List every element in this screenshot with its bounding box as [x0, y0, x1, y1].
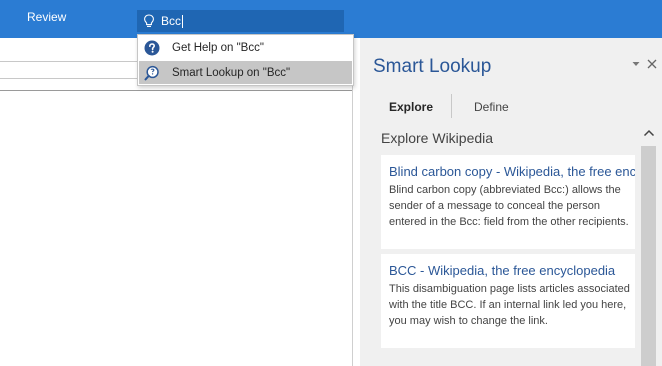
tab-define[interactable]: Define: [474, 100, 509, 114]
pane-options-icon[interactable]: [632, 60, 640, 68]
result-snippet: Blind carbon copy (abbreviated Bcc:) all…: [389, 184, 629, 228]
smart-lookup-icon: [144, 65, 159, 80]
smart-lookup-menu-item[interactable]: Smart Lookup on "Bcc": [139, 61, 352, 84]
smart-lookup-label: Smart Lookup on "Bcc": [172, 66, 291, 79]
pane-title: Smart Lookup: [373, 56, 492, 77]
ribbon-bar: Review Bcc: [0, 0, 662, 38]
section-heading: Explore Wikipedia: [381, 130, 494, 146]
result-card[interactable]: Blind carbon copy - Wikipedia, the free …: [381, 155, 635, 249]
get-help-menu-item[interactable]: Get Help on "Bcc": [139, 36, 352, 59]
document-page-edge: [352, 38, 353, 366]
search-input[interactable]: Bcc: [161, 14, 181, 28]
ribbon-tab-review[interactable]: Review: [27, 10, 66, 24]
tab-divider: [451, 94, 452, 118]
search-suggestions-dropdown: Get Help on "Bcc" Smart Lookup on "Bcc": [137, 34, 354, 86]
tell-me-search-box[interactable]: Bcc: [137, 10, 344, 32]
scrollbar[interactable]: [641, 146, 656, 366]
smart-lookup-pane: Smart Lookup Explore Define Explore Wiki…: [360, 38, 662, 366]
close-icon[interactable]: [647, 59, 657, 69]
result-title[interactable]: Blind carbon copy - Wikipedia, the free …: [389, 163, 635, 180]
lightbulb-icon: [144, 14, 154, 27]
result-title[interactable]: BCC - Wikipedia, the free encyclopedia: [389, 262, 635, 279]
text-caret: [182, 14, 184, 28]
tab-explore[interactable]: Explore: [389, 100, 433, 114]
document-ruler-line-3: [0, 90, 352, 91]
help-circle-icon: [144, 40, 160, 55]
get-help-label: Get Help on "Bcc": [172, 41, 264, 54]
result-snippet: This disambiguation page lists articles …: [389, 283, 630, 327]
chevron-up-icon[interactable]: [643, 128, 655, 138]
result-card[interactable]: BCC - Wikipedia, the free encyclopedia T…: [381, 254, 635, 348]
